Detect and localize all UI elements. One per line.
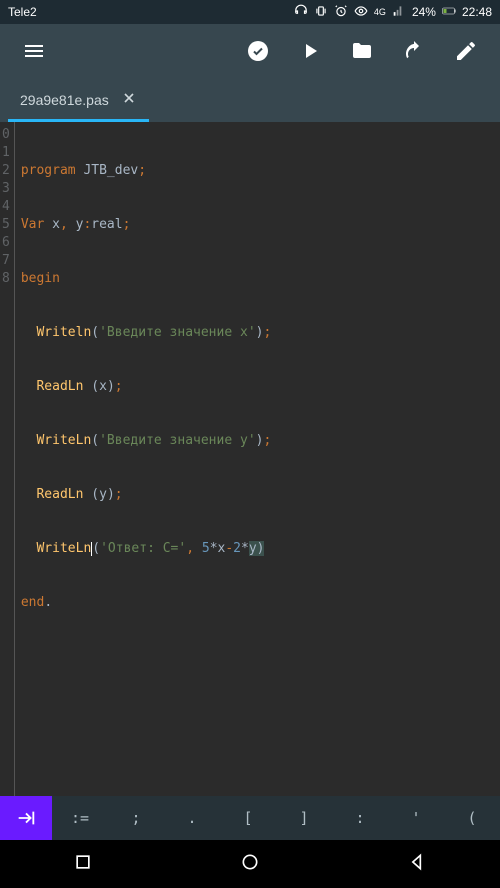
nav-back-button[interactable] bbox=[407, 852, 427, 876]
tab-indent-button[interactable] bbox=[0, 796, 52, 840]
signal-icon bbox=[392, 4, 406, 21]
tab-bar: 29a9e81e.pas bbox=[0, 78, 500, 122]
battery-icon bbox=[442, 4, 456, 21]
app-toolbar bbox=[0, 24, 500, 78]
alarm-icon bbox=[334, 4, 348, 21]
status-bar: Tele2 4G 24% 22:48 bbox=[0, 0, 500, 24]
sym-colon[interactable]: : bbox=[332, 809, 388, 827]
menu-button[interactable] bbox=[12, 29, 56, 73]
headphones-icon bbox=[294, 4, 308, 21]
sym-lbracket[interactable]: [ bbox=[220, 809, 276, 827]
battery-pct: 24% bbox=[412, 5, 436, 19]
code-editor[interactable]: 0 1 2 3 4 5 6 7 8 program JTB_dev; Var x… bbox=[0, 122, 500, 796]
sym-dot[interactable]: . bbox=[164, 809, 220, 827]
eye-icon bbox=[354, 4, 368, 21]
nav-home-button[interactable] bbox=[240, 852, 260, 876]
undo-button[interactable] bbox=[392, 29, 436, 73]
vibrate-icon bbox=[314, 4, 328, 21]
file-tab[interactable]: 29a9e81e.pas bbox=[8, 80, 149, 122]
sym-rbracket[interactable]: ] bbox=[276, 809, 332, 827]
android-nav-bar bbox=[0, 840, 500, 888]
network-label: 4G bbox=[374, 7, 386, 17]
sym-assign[interactable]: := bbox=[52, 809, 108, 827]
tab-filename: 29a9e81e.pas bbox=[20, 92, 109, 108]
edit-button[interactable] bbox=[444, 29, 488, 73]
carrier-label: Tele2 bbox=[8, 5, 37, 19]
symbol-bar: := ; . [ ] : ' ( bbox=[0, 796, 500, 840]
sym-semicolon[interactable]: ; bbox=[108, 809, 164, 827]
check-button[interactable] bbox=[236, 29, 280, 73]
line-gutter: 0 1 2 3 4 5 6 7 8 bbox=[0, 122, 15, 796]
code-content[interactable]: program JTB_dev; Var x, y:real; begin Wr… bbox=[15, 122, 277, 796]
folder-button[interactable] bbox=[340, 29, 384, 73]
sym-lparen[interactable]: ( bbox=[444, 809, 500, 827]
nav-recent-button[interactable] bbox=[73, 852, 93, 876]
close-tab-icon[interactable] bbox=[121, 90, 137, 109]
clock-label: 22:48 bbox=[462, 5, 492, 19]
run-button[interactable] bbox=[288, 29, 332, 73]
sym-quote[interactable]: ' bbox=[388, 809, 444, 827]
